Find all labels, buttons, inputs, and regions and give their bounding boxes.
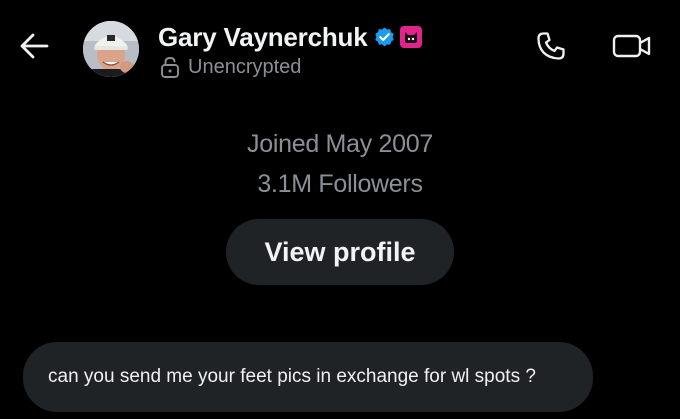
- contact-name[interactable]: Gary Vaynerchuk: [158, 22, 368, 53]
- unlocked-padlock-icon: [160, 56, 180, 78]
- video-call-button[interactable]: [607, 27, 657, 69]
- profile-summary: Joined May 2007 3.1M Followers: [0, 124, 680, 204]
- back-button[interactable]: [14, 30, 54, 66]
- view-profile-button[interactable]: View profile: [226, 219, 454, 285]
- joined-date: Joined May 2007: [247, 130, 433, 158]
- message-bubble[interactable]: can you send me your feet pics in exchan…: [23, 342, 593, 412]
- affiliate-badge-icon: [400, 26, 423, 48]
- avatar[interactable]: [83, 21, 139, 77]
- arrow-left-icon: [19, 33, 49, 64]
- phone-icon: [535, 30, 567, 67]
- follower-count: 3.1M Followers: [257, 170, 423, 198]
- conversation-header: Gary Vaynerchuk Unencrypted: [0, 0, 680, 100]
- voice-call-button[interactable]: [530, 27, 572, 69]
- contact-name-row: Gary Vaynerchuk: [158, 18, 423, 56]
- encryption-status-label: Unencrypted: [188, 55, 302, 78]
- encryption-status: Unencrypted: [160, 54, 301, 80]
- message-text: can you send me your feet pics in exchan…: [48, 366, 536, 387]
- video-camera-icon: [612, 32, 652, 65]
- verified-badge-icon: [373, 26, 396, 49]
